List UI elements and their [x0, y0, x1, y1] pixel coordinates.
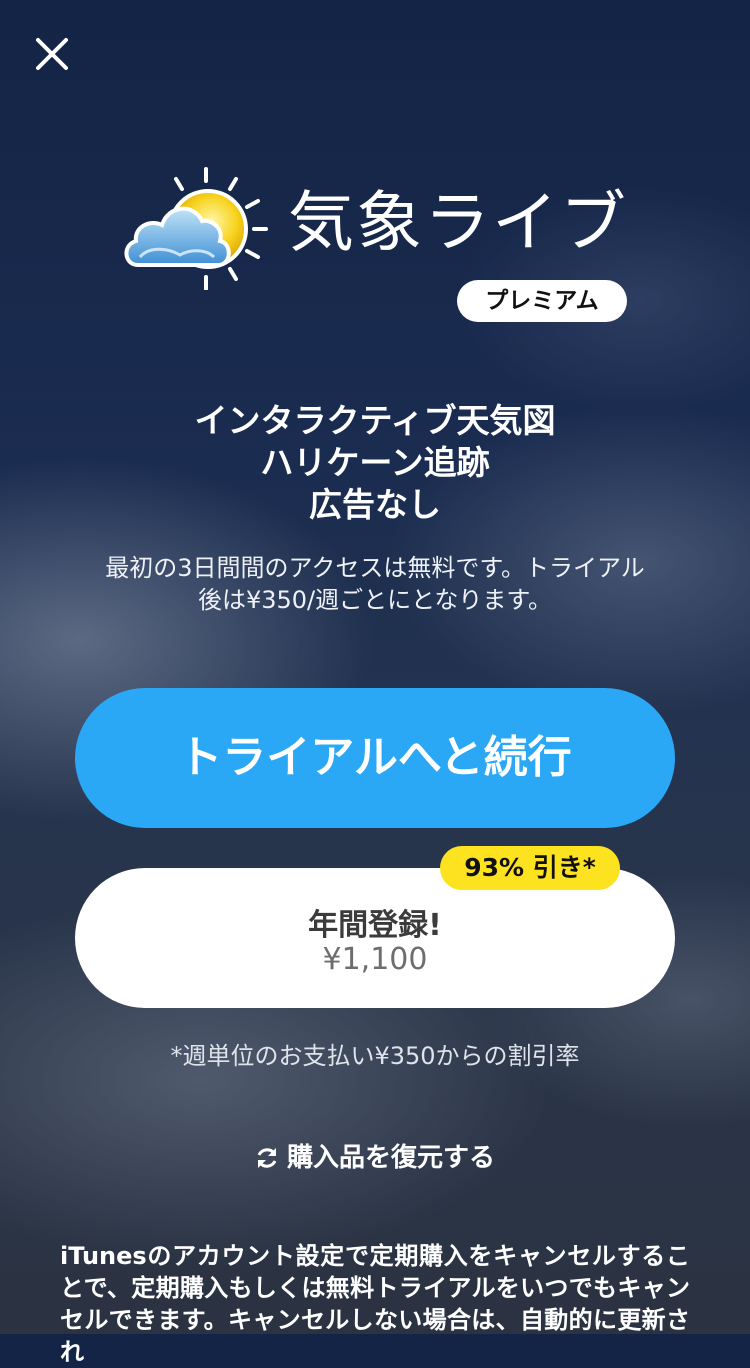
- premium-badge: プレミアム: [457, 280, 627, 322]
- description-line: 後は¥350/週ごとにとなります。: [197, 586, 553, 614]
- close-button[interactable]: [30, 32, 74, 76]
- restore-purchases-button[interactable]: 購入品を復元する: [0, 1137, 750, 1174]
- discount-note: *週単位のお支払い¥350からの割引率: [170, 1042, 580, 1070]
- app-logo: 気象ライブ プレミアム: [120, 165, 630, 325]
- close-icon: [36, 38, 68, 70]
- description-line: 最初の3日間間のアクセスは無料です。トライアル: [105, 554, 645, 582]
- refresh-icon: [255, 1146, 279, 1170]
- annual-title: 年間登録!: [308, 908, 442, 943]
- annual-price: ¥1,100: [322, 942, 428, 977]
- restore-label: 購入品を復元する: [286, 1143, 495, 1173]
- trial-description: 最初の3日間間のアクセスは無料です。トライアル 後は¥350/週ごとにとなります…: [60, 552, 690, 616]
- app-title: 気象ライブ: [288, 184, 628, 261]
- weather-sun-cloud-icon: [124, 167, 268, 290]
- terms-text: iTunesのアカウント設定で定期購入をキャンセルすることで、定期購入もしくは無…: [60, 1242, 690, 1366]
- feature-item: ハリケーン追跡: [260, 443, 490, 482]
- feature-item: 広告なし: [309, 485, 441, 524]
- feature-list: インタラクティブ天気図 ハリケーン追跡 広告なし: [0, 400, 750, 526]
- continue-trial-button[interactable]: トライアルへと続行: [75, 688, 675, 828]
- feature-item: インタラクティブ天気図: [194, 401, 556, 440]
- discount-badge: 93% 引き*: [440, 846, 620, 890]
